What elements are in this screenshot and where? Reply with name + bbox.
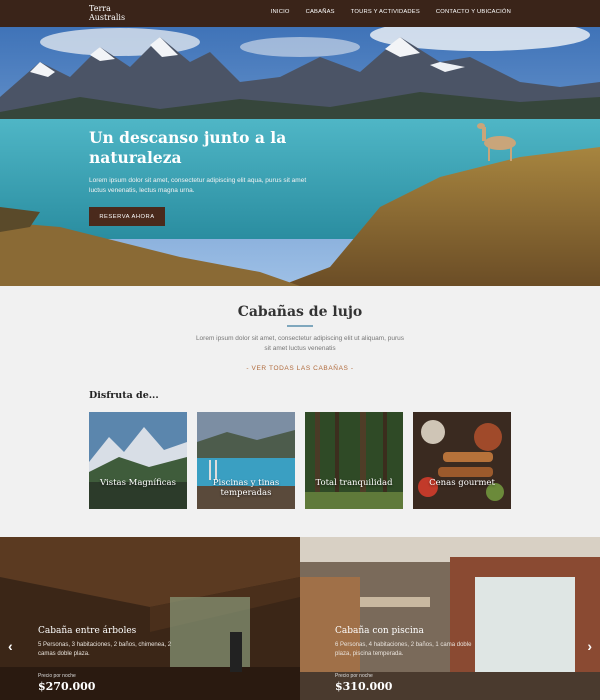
cabin-slide-trees[interactable]: Cabaña entre árboles 5 Personas, 3 habit…	[0, 537, 300, 700]
feature-label: Piscinas y tinas temperadas	[212, 478, 280, 498]
cabin-slide-pool[interactable]: Cabaña con piscina 6 Personas, 4 habitac…	[300, 537, 600, 700]
carousel-next-arrow-icon[interactable]: ›	[587, 638, 592, 654]
slide-price: $310.000	[335, 680, 393, 693]
enjoy-heading: Disfruta de...	[89, 390, 159, 401]
title-divider	[287, 325, 313, 327]
slide-description: 6 Personas, 4 habitaciones, 2 baños, 1 c…	[335, 642, 472, 657]
slide-price: $270.000	[38, 680, 96, 693]
nav-link-contacto[interactable]: CONTACTO Y UBICACIÓN	[436, 9, 511, 15]
feature-label: Total tranquilidad	[315, 478, 393, 488]
carousel-prev-arrow-icon[interactable]: ‹	[8, 638, 13, 654]
nav-link-inicio[interactable]: INICIO	[271, 9, 290, 15]
hero-banner: Un descanso junto a la naturaleza Lorem …	[0, 27, 600, 286]
price-label: Precio por noche	[335, 673, 373, 679]
main-menu: INICIO CABAÑAS TOURS Y ACTIVIDADES CONTA…	[271, 9, 511, 15]
nav-link-tours[interactable]: TOURS Y ACTIVIDADES	[351, 9, 420, 15]
slide-description: 5 Personas, 3 habitaciones, 2 baños, chi…	[38, 642, 172, 657]
feature-card-dinners[interactable]: Cenas gourmet	[413, 412, 511, 509]
gourmet-food-image	[413, 412, 511, 509]
site-logo[interactable]: Terra Australis	[89, 4, 139, 22]
slide-title: Cabaña entre árboles	[38, 626, 137, 636]
slide-title: Cabaña con piscina	[335, 626, 424, 636]
feature-card-pools[interactable]: Piscinas y tinas temperadas	[197, 412, 295, 509]
cabanas-description: Lorem ipsum dolor sit amet, consectetur …	[195, 335, 405, 352]
hero-title: Un descanso junto a la naturaleza	[89, 128, 287, 167]
feature-label: Cenas gourmet	[429, 478, 495, 488]
view-all-cabins-link[interactable]: - VER TODAS LAS CABAÑAS -	[0, 365, 600, 372]
reserve-now-button[interactable]: RESERVA AHORA	[89, 207, 165, 226]
feature-card-views[interactable]: Vistas Magníficas	[89, 412, 187, 509]
forest-image	[305, 412, 403, 509]
feature-card-tranquility[interactable]: Total tranquilidad	[305, 412, 403, 509]
mountain-view-image	[89, 412, 187, 509]
logo-line-2: Australis	[89, 12, 126, 22]
nav-link-cabanas[interactable]: CABAÑAS	[306, 9, 335, 15]
price-label: Precio por noche	[38, 673, 76, 679]
cabin-carousel: Cabaña entre árboles 5 Personas, 3 habit…	[0, 537, 600, 700]
feature-label: Vistas Magníficas	[100, 478, 176, 488]
top-navbar: Terra Australis INICIO CABAÑAS TOURS Y A…	[0, 0, 600, 27]
hero-description: Lorem ipsum dolor sit amet, consectetur …	[89, 177, 307, 194]
cabanas-title: Cabañas de lujo	[237, 304, 363, 320]
feature-cards: Vistas Magníficas Piscinas y tinas tempe…	[89, 412, 511, 509]
